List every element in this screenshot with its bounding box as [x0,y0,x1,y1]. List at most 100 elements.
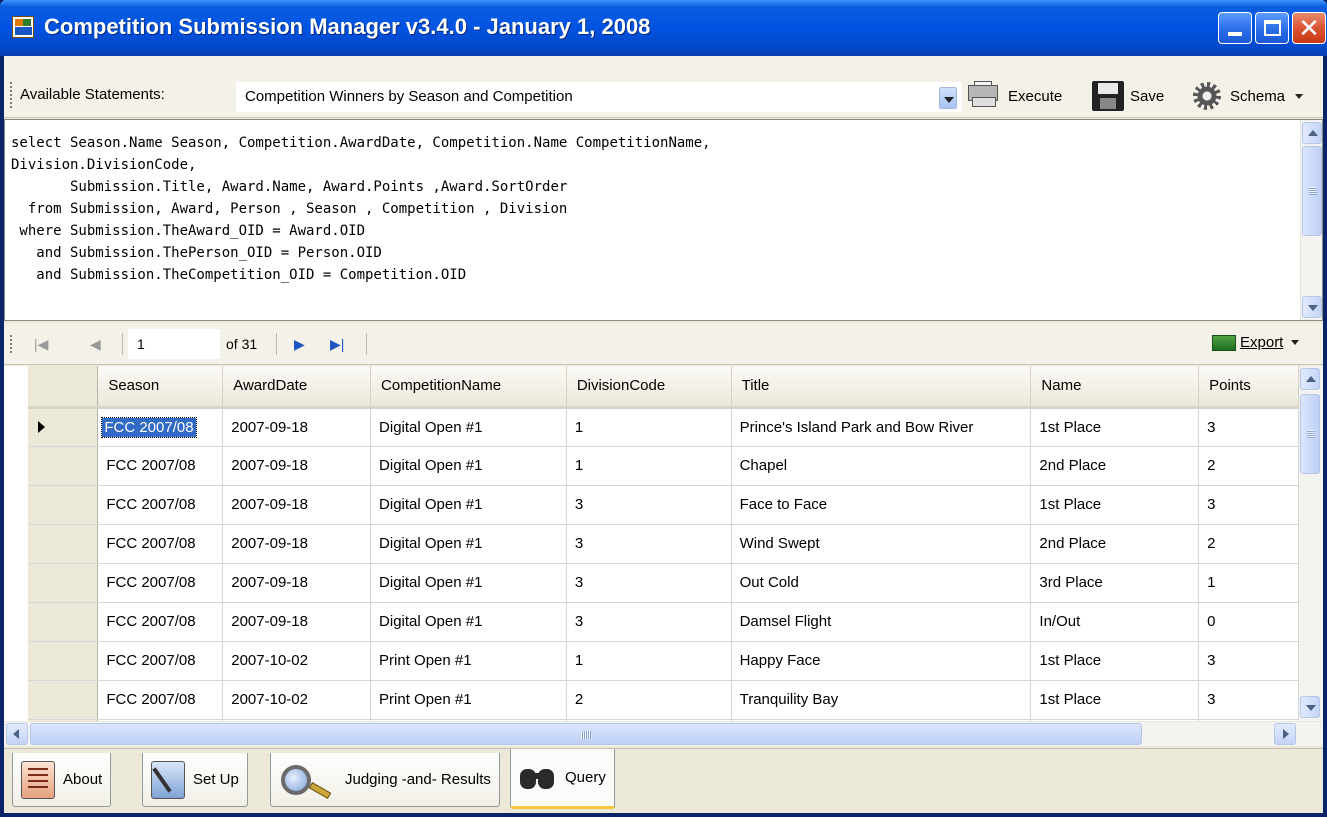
table-cell[interactable]: Happy Face [731,641,1032,681]
scroll-down-button[interactable] [1302,296,1322,318]
table-cell[interactable] [1198,719,1299,721]
table-cell[interactable]: 3rd Place [1030,563,1200,603]
sql-editor[interactable]: select Season.Name Season, Competition.A… [4,119,1323,321]
table-cell[interactable]: FCC 2007/08 [97,446,224,486]
table-cell[interactable]: 3 [566,602,732,642]
table-cell[interactable]: 1st Place [1030,641,1200,681]
move-next-button[interactable]: ▶ [294,337,305,351]
table-cell[interactable]: 1st Place [1030,485,1200,525]
column-header-points[interactable]: Points [1198,366,1299,409]
column-header-divisioncode[interactable]: DivisionCode [566,366,732,409]
table-cell[interactable]: 2007-09-18 [222,446,372,486]
table-cell[interactable]: 2007-09-18 [222,407,372,447]
table-cell[interactable]: FCC 2007/08 [97,485,224,525]
table-cell[interactable]: 2007-09-18 [222,602,372,642]
dropdown-arrow-icon[interactable] [1291,340,1300,345]
table-cell[interactable]: Print Open #1 [370,680,567,720]
toolbar-grip[interactable] [10,82,13,108]
table-cell[interactable]: FCC 2007/08 [97,524,224,564]
column-header-title[interactable]: Title [731,366,1032,409]
row-header[interactable] [28,485,99,525]
table-cell[interactable] [97,719,224,721]
execute-button[interactable]: Execute [966,78,1062,114]
table-cell[interactable] [370,719,567,721]
row-header[interactable] [28,524,99,564]
table-row[interactable] [28,719,1299,721]
table-cell[interactable]: Wind Swept [731,524,1032,564]
tab-setup[interactable]: Set Up [142,753,248,807]
column-header-season[interactable]: Season [97,366,224,409]
table-cell[interactable]: In/Out [1030,602,1200,642]
save-button[interactable]: Save [1092,78,1164,114]
table-row[interactable]: FCC 2007/08 2007-09-18 Digital Open #1 3… [28,563,1299,603]
table-row[interactable]: FCC 2007/08 2007-09-18 Digital Open #1 3… [28,524,1299,564]
tab-about[interactable]: About [12,753,112,807]
table-cell[interactable]: Digital Open #1 [370,446,567,486]
scroll-up-button[interactable] [1302,122,1322,144]
maximize-button[interactable] [1255,12,1289,44]
table-cell[interactable]: 1st Place [1030,680,1200,720]
horizontal-scroll-thumb[interactable] [30,723,1142,745]
table-cell[interactable]: Digital Open #1 [370,407,567,447]
table-cell[interactable]: 0 [1198,602,1299,642]
table-cell[interactable]: 1st Place [1030,407,1200,447]
table-cell[interactable]: 2007-10-02 [222,680,372,720]
table-cell[interactable]: Digital Open #1 [370,485,567,525]
row-header[interactable] [28,407,99,447]
scroll-down-button[interactable] [1300,696,1320,718]
table-cell[interactable]: FCC 2007/08 [97,563,224,603]
schema-button[interactable]: Schema [1190,78,1304,114]
table-row[interactable]: FCC 2007/08 2007-09-18 Digital Open #1 1… [28,446,1299,486]
row-header[interactable] [28,563,99,603]
move-last-button[interactable]: ▶| [330,337,344,351]
scroll-thumb[interactable] [1300,394,1320,474]
table-cell[interactable]: 2007-09-18 [222,485,372,525]
close-button[interactable]: ✕ [1292,12,1326,44]
grid-horizontal-scrollbar[interactable] [4,722,1323,746]
table-cell[interactable]: 2nd Place [1030,446,1200,486]
table-cell[interactable] [731,719,1032,721]
table-cell[interactable]: Tranquility Bay [731,680,1032,720]
table-cell[interactable]: Digital Open #1 [370,602,567,642]
column-header-awarddate[interactable]: AwardDate [222,366,372,409]
table-cell[interactable] [1030,719,1200,721]
scroll-left-button[interactable] [6,723,28,745]
move-first-button[interactable]: |◀ [34,337,48,351]
minimize-button[interactable] [1218,12,1252,44]
table-cell[interactable]: FCC 2007/08 [97,602,224,642]
table-cell[interactable]: Chapel [731,446,1032,486]
column-header-competitionname[interactable]: CompetitionName [370,366,567,409]
row-header[interactable] [28,446,99,486]
table-cell[interactable]: 3 [1198,407,1299,447]
table-cell[interactable]: 1 [566,641,732,681]
row-header[interactable] [28,719,99,721]
table-cell[interactable] [222,719,372,721]
navigator-grip[interactable] [10,335,13,353]
row-header[interactable] [28,641,99,681]
scroll-thumb[interactable] [1302,146,1322,236]
table-cell[interactable]: Digital Open #1 [370,563,567,603]
table-cell[interactable]: Prince's Island Park and Bow River [731,407,1032,447]
title-bar[interactable]: Competition Submission Manager v3.4.0 - … [0,0,1327,56]
table-cell[interactable]: 2007-09-18 [222,563,372,603]
table-cell[interactable]: Face to Face [731,485,1032,525]
chevron-down-icon[interactable] [939,87,957,109]
table-cell[interactable]: FCC 2007/08 [97,680,224,720]
table-cell[interactable]: 2007-10-02 [222,641,372,681]
position-input[interactable]: 1 [128,329,220,359]
table-cell[interactable]: 3 [566,485,732,525]
tab-query[interactable]: Query [510,749,615,809]
table-cell[interactable]: 2 [1198,524,1299,564]
table-cell[interactable]: 2 [566,680,732,720]
table-cell[interactable]: 3 [1198,680,1299,720]
table-cell[interactable]: Digital Open #1 [370,524,567,564]
table-row[interactable]: FCC 2007/08 2007-09-18 Digital Open #1 3… [28,602,1299,642]
scroll-up-button[interactable] [1300,368,1320,390]
row-header[interactable] [28,680,99,720]
table-cell[interactable]: 3 [1198,485,1299,525]
table-cell[interactable]: 2 [1198,446,1299,486]
table-cell[interactable]: 1 [566,446,732,486]
move-previous-button[interactable]: ◀ [90,337,101,351]
table-cell[interactable]: 1 [566,407,732,447]
export-button[interactable]: Export [1212,334,1300,351]
